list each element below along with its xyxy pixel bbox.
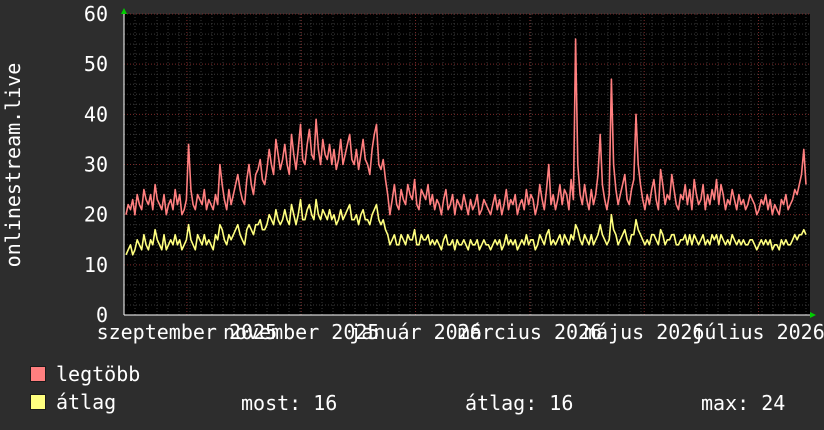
legend-item-avg: átlag bbox=[30, 390, 116, 414]
x-tick-label: május 2026 bbox=[584, 320, 704, 344]
x-ticks: szeptember 2025november 2025január 2026m… bbox=[97, 320, 824, 344]
stat-max-label: max: bbox=[701, 391, 750, 415]
stat-avg-value: 16 bbox=[549, 391, 574, 415]
y-axis-label: onlinestream.live bbox=[1, 63, 25, 268]
legend-swatch-avg bbox=[30, 394, 46, 410]
stat-now: most: 16 bbox=[241, 391, 337, 415]
x-tick-label: március 2026 bbox=[458, 320, 603, 344]
legend-label-avg: átlag bbox=[56, 390, 117, 414]
stat-max-value: 24 bbox=[761, 391, 786, 415]
y-tick-label: 40 bbox=[84, 102, 108, 126]
stat-avg-label: átlag: bbox=[465, 391, 538, 415]
y-tick-label: 20 bbox=[84, 203, 108, 227]
legend-item-max: legtöbb bbox=[30, 362, 140, 386]
legend-label-max: legtöbb bbox=[56, 362, 141, 386]
y-tick-label: 30 bbox=[84, 153, 108, 177]
y-axis-arrow bbox=[121, 8, 127, 14]
x-tick-label: július 2026 bbox=[692, 320, 824, 344]
stat-avg: átlag: 16 bbox=[465, 391, 573, 415]
stat-max: max: 24 bbox=[701, 391, 785, 415]
stat-now-value: 16 bbox=[313, 391, 338, 415]
y-tick-label: 50 bbox=[84, 52, 108, 76]
legend-swatch-max bbox=[30, 366, 46, 382]
y-tick-label: 10 bbox=[84, 253, 108, 277]
y-ticks: 0102030405060 bbox=[84, 2, 108, 327]
y-tick-label: 60 bbox=[84, 2, 108, 26]
stat-now-label: most: bbox=[241, 391, 302, 415]
x-axis-arrow bbox=[810, 312, 816, 318]
